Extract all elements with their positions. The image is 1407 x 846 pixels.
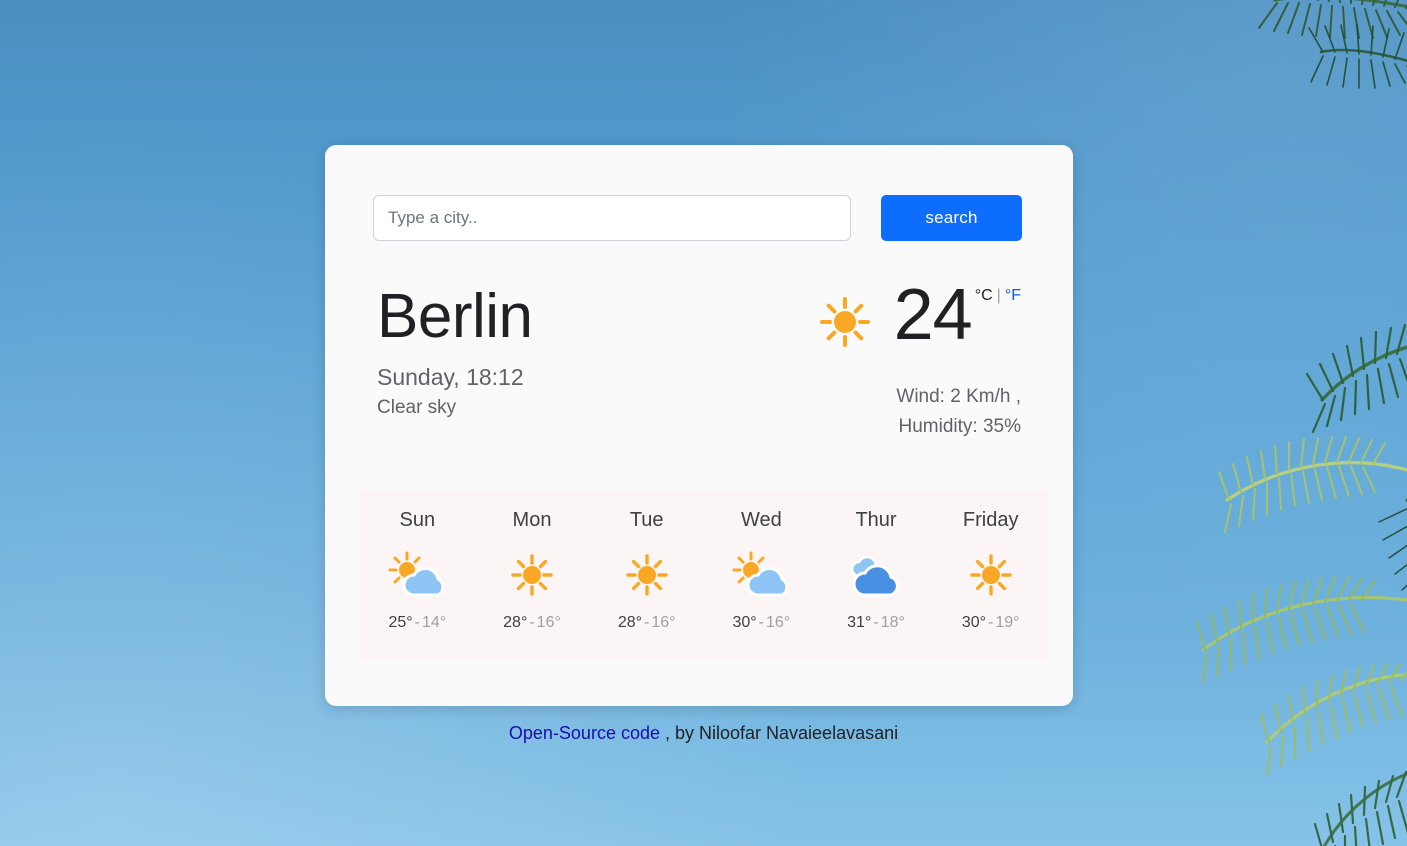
forecast-dash: - (644, 614, 650, 631)
sun-icon (969, 546, 1013, 604)
forecast-strip: Sun 25° -14° Mon 28° - 16° Tue 28° - 16°… (360, 491, 1048, 660)
temperature-value: 24 (893, 275, 973, 355)
unit-separator: | (996, 287, 1001, 304)
sun-behind-cloud-icon (730, 546, 792, 604)
forecast-low: 16° (536, 614, 561, 631)
forecast-temps: 28° -16° (503, 614, 561, 632)
forecast-day-name: Tue (629, 509, 664, 531)
unit-celsius-link[interactable]: °C (975, 287, 993, 304)
forecast-dash: - (529, 614, 535, 631)
forecast-temps: 30° -19° (962, 614, 1020, 632)
city-name: Berlin (377, 282, 533, 351)
current-location-block: Berlin Sunday, 18:12 Clear sky (375, 285, 533, 419)
forecast-high: 28° (503, 614, 528, 631)
forecast-low: 18° (880, 614, 905, 631)
footer-author-text: , by Niloofar Navaieelavasani (659, 723, 899, 743)
forecast-temps: 31° -18° (847, 614, 905, 632)
search-input[interactable] (373, 195, 851, 241)
forecast-high: 30° (732, 614, 757, 631)
forecast-day-name: Thur (855, 509, 897, 531)
forecast-high: 30° (961, 614, 987, 631)
wind-value: Wind: 2 Km/h , (896, 386, 1021, 407)
forecast-low: 16° (766, 614, 791, 631)
forecast-temps: 25° -14° (388, 614, 446, 632)
forecast-day[interactable]: Tue 28° -16° (589, 491, 704, 660)
unit-fahrenheit-link[interactable]: °F (1005, 287, 1021, 304)
forecast-dash: - (988, 614, 994, 631)
forecast-high: 25° (388, 614, 413, 631)
forecast-day[interactable]: Sun 25° -14° (360, 491, 475, 660)
forecast-day[interactable]: Thur 31° -18° (819, 491, 934, 660)
sun-icon (510, 546, 554, 604)
forecast-low: 19° (995, 614, 1020, 631)
forecast-day[interactable]: Friday 30° -19° (933, 491, 1048, 660)
search-button[interactable]: search (881, 195, 1022, 241)
open-source-code-link[interactable]: Open-Source code (509, 723, 660, 743)
forecast-day[interactable]: Wed 30° -16° (704, 491, 819, 660)
forecast-temps: 28° -16° (618, 614, 676, 632)
current-description: Clear sky (377, 397, 457, 419)
sun-icon (818, 295, 872, 354)
footer: Open-Source code , by Niloofar Navaieela… (0, 723, 1407, 744)
current-datetime: Sunday, 18:12 (377, 364, 524, 391)
forecast-day-name: Mon (512, 509, 552, 531)
forecast-low: 14° (422, 614, 447, 631)
forecast-temps: 30° -16° (732, 614, 790, 632)
current-metrics: Wind: 2 Km/h , Humidity: 35% (896, 382, 1021, 443)
forecast-dash: - (758, 614, 765, 631)
forecast-high: 28° (617, 614, 643, 631)
forecast-day[interactable]: Mon 28° -16° (475, 491, 590, 660)
current-temperature-block: 24 °C | °F Wind: 2 Km/h , Humidity: 35% (818, 275, 1023, 443)
search-form: search (373, 195, 1025, 241)
clouds-icon (847, 546, 905, 604)
temperature-row: 24 °C | °F (818, 275, 1021, 355)
forecast-day-name: Friday (962, 509, 1019, 531)
unit-toggle: °C | °F (975, 287, 1021, 305)
forecast-dash: - (414, 614, 420, 631)
temperature-with-units: 24 °C | °F (893, 275, 1021, 355)
forecast-dash: - (873, 614, 879, 631)
forecast-day-name: Sun (399, 509, 436, 531)
forecast-day-name: Wed (740, 509, 782, 531)
forecast-high: 31° (847, 614, 872, 631)
humidity-value: Humidity: 35% (898, 416, 1022, 438)
sun-icon (625, 546, 669, 604)
current-conditions: Berlin Sunday, 18:12 Clear sky 24 °C | °… (373, 275, 1025, 443)
forecast-low: 16° (651, 614, 676, 631)
sun-behind-cloud-icon (386, 546, 448, 604)
